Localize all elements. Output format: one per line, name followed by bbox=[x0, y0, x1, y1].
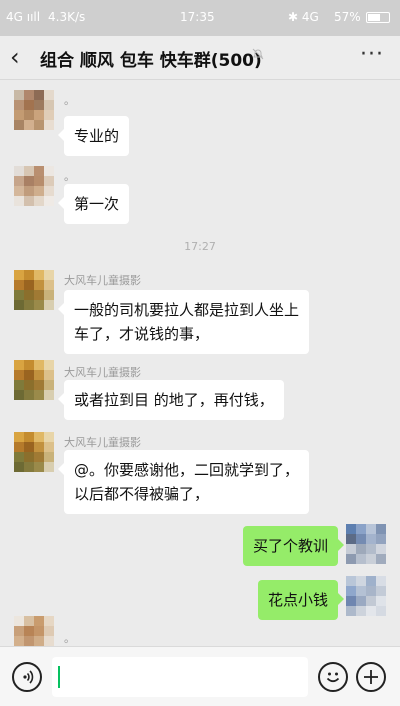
message-list[interactable]: 。 专业的 。 第一次 17:27 大风车儿童摄影 一般的司机要拉人都是拉到人坐… bbox=[0, 80, 400, 646]
message-line: 以后都不得被骗了， bbox=[74, 485, 210, 503]
voice-icon[interactable] bbox=[12, 662, 42, 692]
chat-header: ‹ 组合 顺风 包车 快车群(500) ··· bbox=[0, 36, 400, 80]
message-line: 一般的司机要拉人都是拉到人坐上 bbox=[74, 301, 300, 319]
signal-extra: ✱ 4G bbox=[288, 10, 319, 24]
time-divider: 17:27 bbox=[184, 240, 216, 253]
message-bubble[interactable]: 专业的 bbox=[57, 116, 130, 156]
sender-name: 大风车儿童摄影 bbox=[64, 436, 141, 449]
network-speed: 4.3K/s bbox=[48, 10, 86, 24]
text-caret bbox=[58, 666, 60, 688]
plus-icon[interactable] bbox=[356, 662, 386, 692]
self-avatar[interactable] bbox=[346, 524, 386, 564]
sender-name: 大风车儿童摄影 bbox=[64, 274, 141, 287]
sender-name: 。 bbox=[64, 170, 75, 183]
network-indicator: 4G ııll bbox=[6, 10, 41, 24]
message-bubble-self[interactable]: 花点小钱 bbox=[257, 580, 345, 620]
status-bar: 4G ııll 4.3K/s 17:35 ✱ 4G 57% bbox=[0, 0, 400, 36]
battery-icon bbox=[366, 12, 390, 23]
sender-name: 。 bbox=[64, 94, 75, 107]
avatar[interactable] bbox=[14, 166, 54, 206]
self-avatar[interactable] bbox=[346, 576, 386, 616]
back-icon[interactable]: ‹ bbox=[10, 42, 20, 72]
input-bar bbox=[0, 646, 400, 706]
message-input[interactable] bbox=[52, 657, 308, 697]
clock: 17:35 bbox=[180, 10, 215, 24]
message-bubble[interactable]: 一般的司机要拉人都是拉到人坐上 车了，才说钱的事， bbox=[57, 290, 310, 354]
message-bubble-self[interactable]: 买了个教训 bbox=[242, 526, 345, 566]
avatar[interactable] bbox=[14, 432, 54, 472]
message-bubble[interactable]: 或者拉到目 的地了，再付钱， bbox=[58, 380, 284, 420]
avatar[interactable] bbox=[14, 360, 54, 400]
chat-title: 组合 顺风 包车 快车群(500) bbox=[40, 51, 262, 71]
avatar[interactable] bbox=[14, 90, 54, 130]
message-bubble[interactable]: @。你要感谢他，二回就学到了， 以后都不得被骗了， bbox=[57, 450, 310, 514]
avatar[interactable] bbox=[14, 616, 54, 646]
more-options-icon[interactable]: ··· bbox=[360, 42, 384, 67]
message-line: @。你要感谢他，二回就学到了， bbox=[74, 461, 300, 479]
sender-name: 。 bbox=[64, 632, 75, 645]
sender-name: 大风车儿童摄影 bbox=[64, 366, 141, 379]
battery-level: 57% bbox=[334, 10, 361, 24]
message-line: 车了，才说钱的事， bbox=[74, 325, 210, 343]
emoji-icon[interactable] bbox=[318, 662, 348, 692]
avatar[interactable] bbox=[14, 270, 54, 310]
message-bubble[interactable]: 第一次 bbox=[57, 184, 130, 224]
mute-bell-icon bbox=[252, 48, 264, 63]
